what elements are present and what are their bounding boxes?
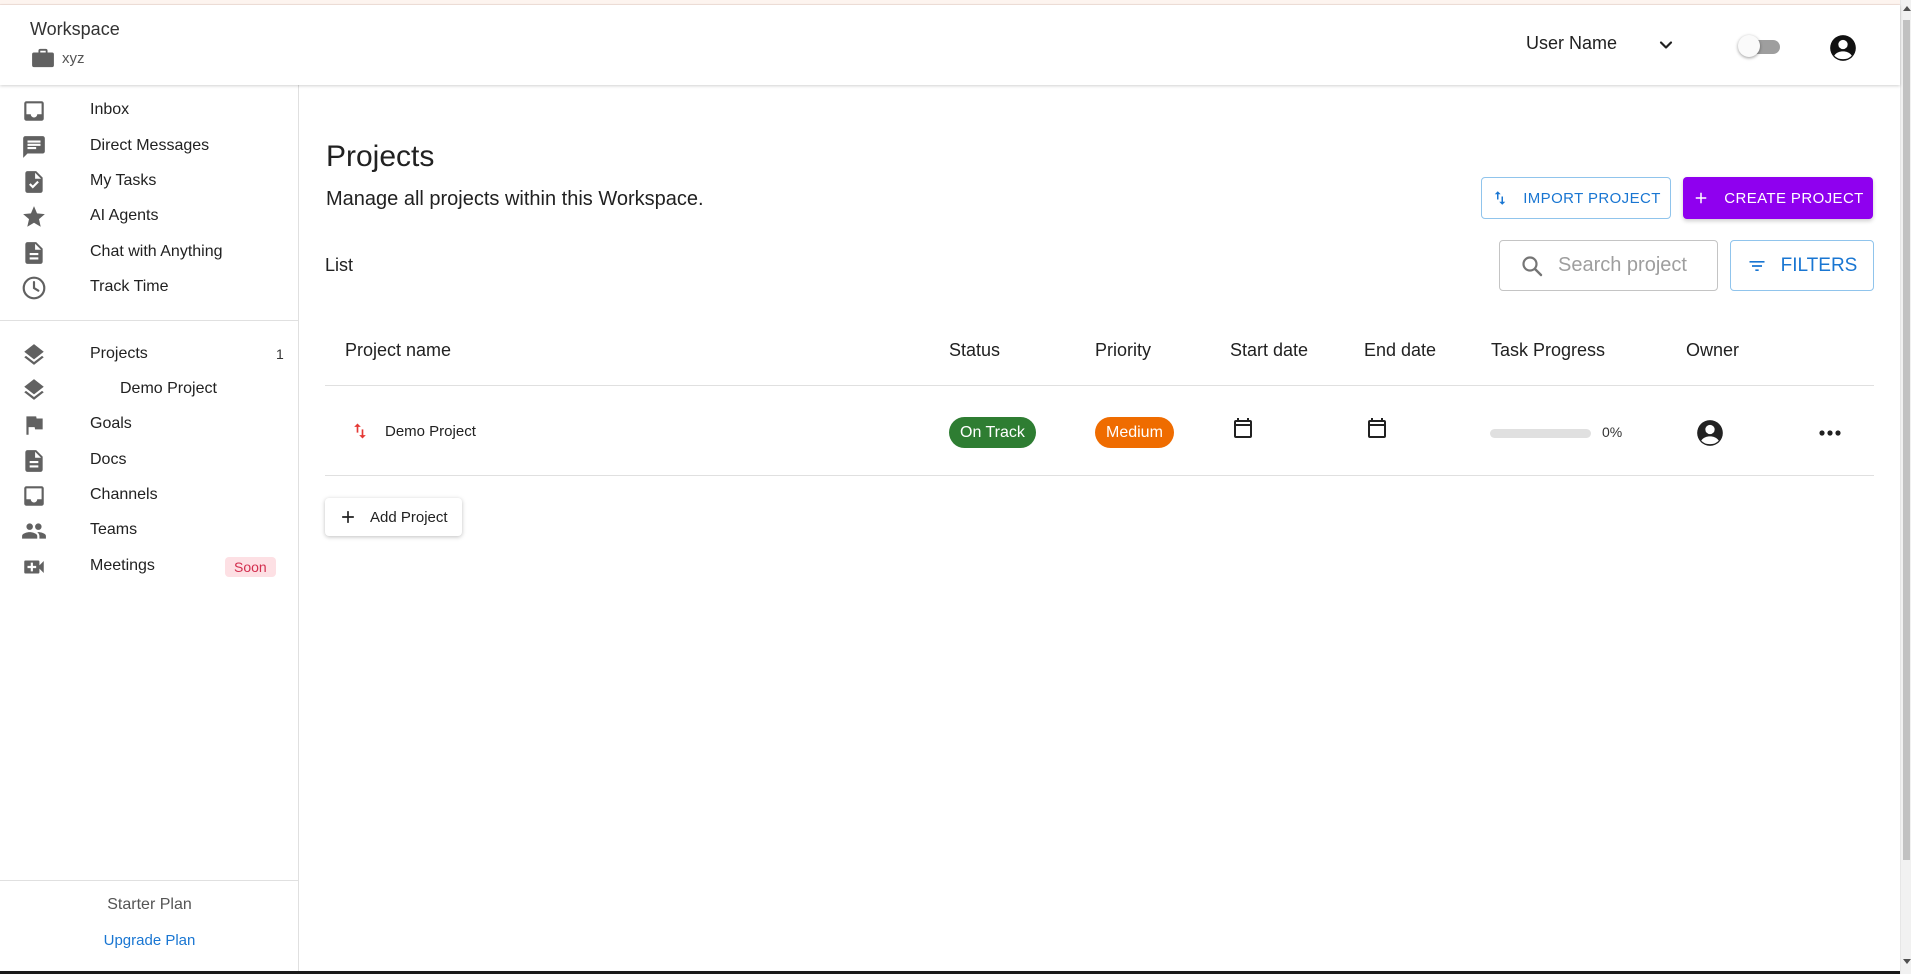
sidebar-item-my-tasks[interactable]: My Tasks [0, 164, 299, 198]
sidebar-item-label: Meetings [90, 557, 155, 574]
document-icon [25, 242, 43, 264]
sidebar-item-channels[interactable]: Channels [0, 478, 299, 512]
task-progress-percent: 0% [1602, 424, 1623, 440]
owner-avatar-icon[interactable] [1696, 419, 1724, 447]
top-bar: Workspace xyz User Name [0, 5, 1900, 85]
sidebar-item-label: Track Time [90, 278, 169, 295]
sidebar-item-label: Goals [90, 415, 132, 432]
more-horizontal-icon[interactable] [1817, 423, 1843, 443]
sidebar-item-meetings[interactable]: Meetings Soon [0, 549, 299, 583]
page-title: Projects [326, 140, 435, 173]
sidebar-item-goals[interactable]: Goals [0, 407, 299, 441]
column-header-start-date[interactable]: Start date [1230, 340, 1308, 361]
import-project-label: IMPORT PROJECT [1523, 189, 1661, 207]
theme-toggle[interactable] [1738, 35, 1784, 57]
status-badge[interactable]: On Track [949, 417, 1036, 448]
workspace-switcher[interactable]: xyz [32, 48, 85, 68]
create-project-button[interactable]: CREATE PROJECT [1683, 177, 1873, 219]
sidebar-item-demo-project[interactable]: Demo Project [0, 372, 299, 406]
flag-icon [26, 416, 43, 435]
filters-label: FILTERS [1780, 254, 1858, 276]
chevron-down-icon[interactable] [1656, 35, 1676, 55]
search-input[interactable] [1558, 254, 1708, 277]
clock-icon [22, 276, 46, 300]
video-icon [24, 560, 44, 574]
sidebar-divider [0, 320, 299, 321]
sidebar-item-label: Chat with Anything [90, 243, 223, 260]
projects-count: 1 [276, 346, 284, 362]
sidebar-item-label: Inbox [90, 101, 130, 118]
sidebar-item-docs[interactable]: Docs [0, 443, 299, 477]
import-project-button[interactable]: IMPORT PROJECT [1481, 177, 1671, 219]
account-circle-icon[interactable] [1829, 34, 1857, 62]
scrollbar-thumb[interactable] [1903, 20, 1910, 860]
filter-icon [1749, 260, 1765, 271]
table-row-divider [325, 475, 1874, 476]
sidebar-item-label: Demo Project [120, 380, 217, 397]
toggle-knob [1738, 35, 1760, 57]
calendar-icon[interactable] [1231, 415, 1255, 441]
calendar-icon[interactable] [1365, 415, 1389, 441]
workspace-name: xyz [62, 49, 85, 67]
tab-list-view[interactable]: List [325, 255, 353, 276]
document-icon [25, 450, 43, 472]
sidebar-item-label: AI Agents [90, 207, 159, 224]
people-icon [22, 523, 46, 539]
column-header-priority[interactable]: Priority [1095, 340, 1151, 361]
sidebar-item-track-time[interactable]: Track Time [0, 270, 299, 304]
layers-icon [24, 344, 44, 365]
project-name-cell[interactable]: Demo Project [385, 423, 476, 440]
add-project-button[interactable]: Add Project [325, 498, 462, 536]
priority-badge[interactable]: Medium [1095, 417, 1174, 448]
inbox-icon [24, 101, 44, 121]
sidebar-item-label: Channels [90, 486, 158, 503]
column-header-project-name[interactable]: Project name [345, 340, 451, 361]
search-box[interactable] [1499, 240, 1718, 291]
project-swap-icon [354, 423, 366, 439]
sidebar-item-label: Direct Messages [90, 137, 210, 154]
add-project-label: Add Project [370, 508, 448, 526]
sidebar: Inbox Direct Messages My Tasks AI Agents… [0, 85, 299, 974]
main-content: Projects Manage all projects within this… [300, 85, 1900, 974]
sidebar-item-label: My Tasks [90, 172, 157, 189]
scroll-up-arrow[interactable] [1903, 6, 1911, 11]
swap-vert-icon [1494, 191, 1506, 205]
sidebar-item-teams[interactable]: Teams [0, 513, 299, 547]
filters-button[interactable]: FILTERS [1730, 240, 1874, 291]
chat-icon [23, 136, 45, 158]
vertical-scrollbar[interactable] [1900, 0, 1911, 974]
scroll-down-arrow[interactable] [1903, 959, 1911, 964]
create-project-label: CREATE PROJECT [1724, 189, 1864, 207]
sidebar-item-chat-with-anything[interactable]: Chat with Anything [0, 235, 299, 269]
column-header-end-date[interactable]: End date [1364, 340, 1436, 361]
page-subtitle: Manage all projects within this Workspac… [326, 188, 704, 210]
star-icon [23, 206, 45, 227]
table-header-divider [325, 385, 1874, 386]
column-header-task-progress[interactable]: Task Progress [1491, 340, 1605, 361]
task-progress-bar [1490, 429, 1591, 438]
inbox-icon [24, 486, 44, 506]
column-header-owner[interactable]: Owner [1686, 340, 1739, 361]
sidebar-item-label: Projects [90, 345, 148, 362]
sidebar-footer-divider [0, 880, 299, 881]
briefcase-icon [32, 48, 54, 68]
upgrade-plan-link[interactable]: Upgrade Plan [0, 932, 299, 949]
user-menu[interactable]: User Name [1526, 33, 1617, 54]
sidebar-item-label: Docs [90, 451, 127, 468]
soon-badge: Soon [225, 557, 276, 577]
plus-icon [342, 511, 354, 523]
column-header-status[interactable]: Status [949, 340, 1000, 361]
search-icon [1522, 255, 1543, 276]
layers-icon [24, 379, 44, 400]
current-plan: Starter Plan [107, 896, 192, 913]
sidebar-item-projects[interactable]: Projects 1 [0, 337, 299, 371]
plus-icon [1695, 192, 1707, 204]
sidebar-item-direct-messages[interactable]: Direct Messages [0, 129, 299, 163]
task-icon [25, 171, 43, 193]
sidebar-item-ai-agents[interactable]: AI Agents [0, 199, 299, 233]
sidebar-item-inbox[interactable]: Inbox [0, 93, 299, 127]
sidebar-item-label: Teams [90, 521, 138, 538]
workspace-title: Workspace [30, 19, 120, 39]
